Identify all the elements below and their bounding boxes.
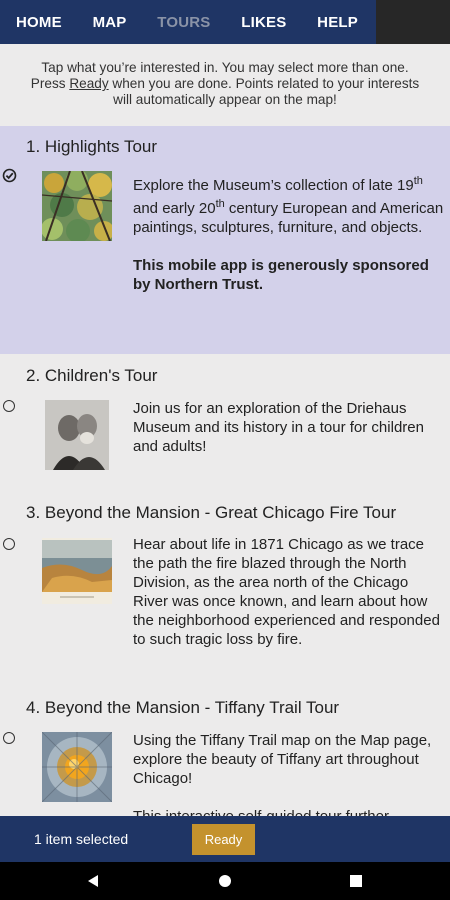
tour-title: 1. Highlights Tour <box>26 137 158 156</box>
nav-home[interactable]: HOME <box>16 14 62 31</box>
tour-item-highlights[interactable]: 1. Highlights Tour Explore the Museum’s … <box>0 126 450 354</box>
tour-title: 2. Children's Tour <box>26 366 158 385</box>
tiffany-trail-tour-image <box>42 732 112 802</box>
intro-line-3: will automatically appear on the map! <box>113 92 337 107</box>
sponsor-text: This mobile app is generously sponsored … <box>133 257 429 293</box>
tour-item-chicago-fire[interactable]: 3. Beyond the Mansion - Great Chicago Fi… <box>0 490 450 686</box>
childrens-tour-image <box>45 400 109 470</box>
ready-link: Ready <box>69 76 109 91</box>
tour-title: 3. Beyond the Mansion - Great Chicago Fi… <box>26 503 397 522</box>
system-nav-bar <box>0 862 450 900</box>
recents-icon[interactable] <box>349 874 363 888</box>
chicago-fire-tour-image <box>42 538 112 604</box>
nav-filler <box>376 0 450 44</box>
radio-unchecked-icon[interactable] <box>3 400 15 412</box>
tour-title: 4. Beyond the Mansion - Tiffany Trail To… <box>26 698 340 717</box>
tour-description: Join us for an exploration of the Drieha… <box>133 400 424 455</box>
home-icon[interactable] <box>218 874 232 888</box>
ready-button[interactable]: Ready <box>192 824 255 855</box>
checked-radio-icon[interactable] <box>2 168 16 182</box>
nav-map[interactable]: MAP <box>93 14 127 31</box>
radio-unchecked-icon[interactable] <box>3 732 15 744</box>
tour-description: Hear about life in 1871 Chicago as we tr… <box>133 536 440 648</box>
tour-item-tiffany-trail[interactable]: 4. Beyond the Mansion - Tiffany Trail To… <box>0 686 450 825</box>
highlights-tour-image <box>42 171 112 241</box>
intro-line-2: Press Ready when you are done. Points re… <box>30 76 420 91</box>
selected-count: 1 item selected <box>34 831 129 847</box>
intro-text: Tap what you’re interested in. You may s… <box>0 60 450 108</box>
tour-description: Explore the Museum’s collection of late … <box>133 175 444 293</box>
selection-bar: 1 item selected Ready <box>0 816 450 862</box>
intro-line-1: Tap what you’re interested in. You may s… <box>41 60 409 75</box>
nav-help[interactable]: HELP <box>317 14 358 31</box>
nav-likes[interactable]: LIKES <box>241 14 286 31</box>
top-nav: HOME MAP TOURS LIKES HELP <box>0 0 376 44</box>
radio-unchecked-icon[interactable] <box>3 538 15 550</box>
nav-tours[interactable]: TOURS <box>157 14 210 31</box>
back-icon[interactable] <box>86 874 100 888</box>
tour-item-childrens[interactable]: 2. Children's Tour Join us for an explor… <box>0 354 450 490</box>
